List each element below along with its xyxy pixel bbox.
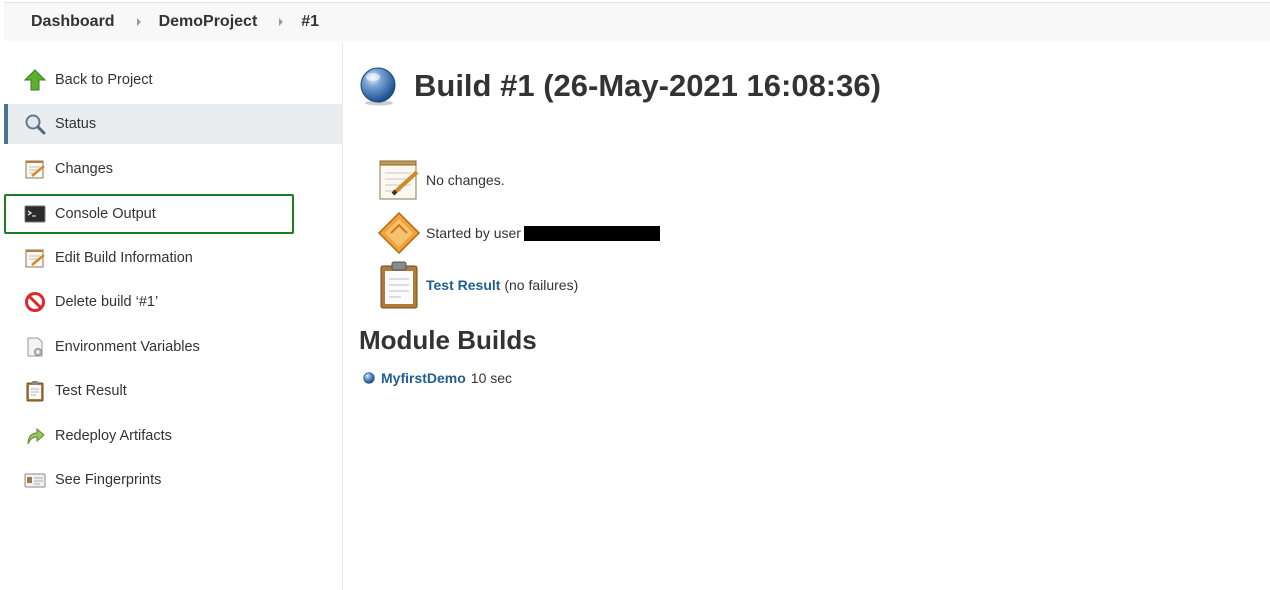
started-by-summary: Started by user — [376, 210, 660, 256]
sidebar-item-test-result[interactable]: Test Result — [4, 371, 342, 411]
sidebar-item-back-to-project[interactable]: Back to Project — [4, 60, 342, 100]
redeploy-arrow-icon — [23, 424, 47, 448]
main-content: Build #1 (26-May-2021 16:08:36) No chang… — [358, 42, 1258, 582]
breadcrumb-dashboard[interactable]: Dashboard — [31, 13, 115, 31]
id-card-icon — [23, 468, 47, 492]
sidebar-item-edit-build-information[interactable]: Edit Build Information — [4, 238, 342, 278]
blue-ball-icon — [360, 67, 396, 106]
sidebar-divider — [342, 42, 343, 590]
sidebar-item-status[interactable]: Status — [4, 104, 342, 144]
chevron-right-icon[interactable] — [279, 18, 284, 26]
sidebar-item-label: Test Result — [55, 383, 127, 399]
changes-summary: No changes. — [376, 157, 505, 203]
terminal-icon — [23, 202, 47, 226]
breadcrumb-build[interactable]: #1 — [301, 13, 319, 31]
page-title: Build #1 (26-May-2021 16:08:36) — [358, 66, 881, 106]
breadcrumb-project[interactable]: DemoProject — [159, 13, 258, 31]
sidebar-item-label: Edit Build Information — [55, 250, 193, 266]
sidebar-item-see-fingerprints[interactable]: See Fingerprints — [4, 460, 342, 500]
sidebar-item-label: Status — [55, 116, 97, 132]
sidebar-item-label: Changes — [55, 161, 114, 177]
sidebar-item-console-output[interactable]: Console Output — [4, 194, 294, 234]
list-item: MyfirstDemo 10 sec — [363, 370, 512, 386]
notepad-icon — [376, 157, 422, 203]
redacted-username — [523, 226, 660, 242]
sidebar-item-label: Back to Project — [55, 72, 153, 88]
test-result-summary: Test Result (no failures) — [376, 261, 579, 309]
user-cause-icon — [376, 210, 422, 256]
document-gear-icon — [23, 335, 47, 359]
sidebar-item-changes[interactable]: Changes — [4, 149, 342, 189]
module-builds-heading: Module Builds — [359, 325, 537, 355]
up-arrow-icon — [23, 68, 47, 92]
clipboard-icon — [23, 379, 47, 403]
breadcrumb: Dashboard DemoProject #1 — [4, 2, 1270, 41]
sidebar-item-environment-variables[interactable]: Environment Variables — [4, 327, 342, 367]
sidebar-item-redeploy-artifacts[interactable]: Redeploy Artifacts — [4, 416, 342, 456]
clipboard-icon — [376, 261, 422, 309]
module-link[interactable]: MyfirstDemo — [381, 370, 466, 386]
changes-text: No changes. — [426, 172, 505, 188]
notepad-icon — [23, 157, 47, 181]
sidebar-item-delete-build[interactable]: Delete build ‘#1’ — [4, 282, 342, 322]
module-duration: 10 sec — [470, 370, 513, 386]
build-title-text: Build #1 (26-May-2021 16:08:36) — [414, 68, 881, 103]
sidebar-item-label: Redeploy Artifacts — [55, 428, 172, 444]
sidebar: Back to Project Status Changes Console O… — [4, 58, 342, 590]
magnifier-icon — [23, 112, 47, 136]
sidebar-item-label: Environment Variables — [55, 339, 200, 355]
chevron-right-icon[interactable] — [136, 18, 141, 26]
blue-ball-icon — [363, 372, 375, 384]
no-entry-icon — [23, 290, 47, 314]
test-result-suffix: (no failures) — [504, 277, 579, 293]
notepad-icon — [23, 246, 47, 270]
test-result-link[interactable]: Test Result — [426, 277, 500, 293]
sidebar-item-label: Console Output — [55, 206, 156, 222]
started-by-text: Started by user — [426, 224, 521, 241]
sidebar-item-label: Delete build ‘#1’ — [55, 294, 159, 310]
sidebar-item-label: See Fingerprints — [55, 472, 162, 488]
